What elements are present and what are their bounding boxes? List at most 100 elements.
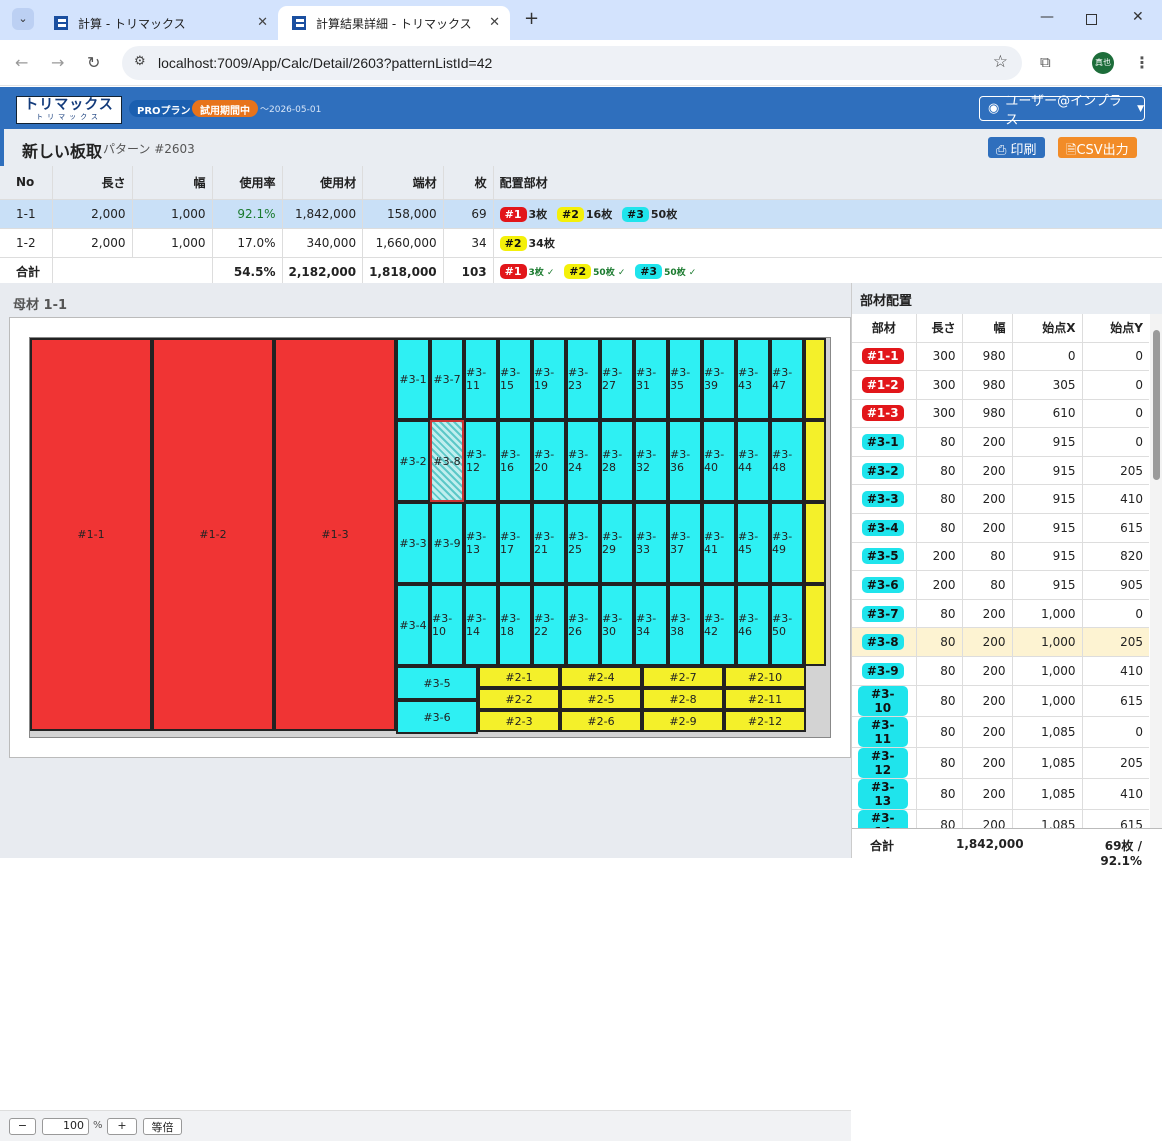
part-piece-yellow[interactable]: #2-2	[478, 688, 560, 710]
part-piece-cyan[interactable]: #3-32	[634, 420, 668, 502]
minimize-icon[interactable]: —	[1040, 9, 1054, 25]
part-piece-cyan[interactable]: #3-31	[634, 338, 668, 420]
part-piece-cyan[interactable]: #3-8	[430, 420, 464, 502]
part-piece-red[interactable]: #1-2	[152, 338, 274, 731]
part-piece-yellow[interactable]: #2-8	[642, 688, 724, 710]
part-piece-cyan[interactable]: #3-17	[498, 502, 532, 584]
csv-export-button[interactable]: 🗎CSV出力	[1058, 137, 1137, 158]
part-piece-cyan[interactable]: #3-22	[532, 584, 566, 666]
part-piece-cyan[interactable]: #3-18	[498, 584, 532, 666]
part-piece-cyan[interactable]: #3-44	[736, 420, 770, 502]
part-piece-cyan[interactable]: #3-29	[600, 502, 634, 584]
placement-row[interactable]: #1-1 300 980 0 0	[852, 342, 1149, 372]
part-piece-cyan[interactable]: #3-10	[430, 584, 464, 666]
tab-calc[interactable]: 計算 - トリマックス ✕	[40, 6, 278, 40]
part-piece-cyan[interactable]: #3-23	[566, 338, 600, 420]
part-piece-cyan[interactable]: #3-21	[532, 502, 566, 584]
part-piece-cyan[interactable]: #3-7	[430, 338, 464, 420]
part-piece-cyan[interactable]: #3-20	[532, 420, 566, 502]
part-piece-cyan[interactable]: #3-9	[430, 502, 464, 584]
part-piece-cyan[interactable]: #3-2	[396, 420, 430, 502]
part-piece-cyan[interactable]: #3-36	[668, 420, 702, 502]
trimax-logo[interactable]: トリマックス トリマックス	[16, 96, 122, 124]
window-close-icon[interactable]: ✕	[1132, 9, 1144, 25]
part-piece-cyan[interactable]: #3-42	[702, 584, 736, 666]
part-piece-yellow[interactable]: #2-3	[478, 710, 560, 732]
scrollbar-thumb[interactable]	[1153, 330, 1160, 480]
browser-menu-icon[interactable]: ⋮	[1134, 53, 1150, 72]
placement-row[interactable]: #3-6 200 80 915 905	[852, 570, 1149, 600]
part-piece-cyan[interactable]: #3-4	[396, 584, 430, 666]
part-piece-yellow[interactable]: #2-5	[560, 688, 642, 710]
part-piece-cyan[interactable]: #3-11	[464, 338, 498, 420]
part-piece-cyan[interactable]: #3-34	[634, 584, 668, 666]
placement-row[interactable]: #3-12 80 200 1,085 205	[852, 747, 1149, 779]
placement-row[interactable]: #3-9 80 200 1,000 410	[852, 656, 1149, 686]
part-piece-cyan[interactable]: #3-30	[600, 584, 634, 666]
reload-icon[interactable]: ↻	[87, 53, 100, 72]
part-piece-cyan[interactable]: #3-27	[600, 338, 634, 420]
close-icon[interactable]: ✕	[489, 15, 500, 30]
part-piece-cyan[interactable]: #3-15	[498, 338, 532, 420]
placement-row[interactable]: #3-2 80 200 915 205	[852, 456, 1149, 486]
part-piece-cyan[interactable]: #3-13	[464, 502, 498, 584]
part-piece-cyan[interactable]: #3-38	[668, 584, 702, 666]
placement-row[interactable]: #1-2 300 980 305 0	[852, 370, 1149, 400]
part-piece-cyan[interactable]: #3-43	[736, 338, 770, 420]
part-piece-cyan[interactable]: #3-1	[396, 338, 430, 420]
part-piece-cyan[interactable]: #3-47	[770, 338, 804, 420]
part-piece-yellow[interactable]: #2-4	[560, 666, 642, 688]
layout-canvas[interactable]: #1-1 #1-2 #1-3 #3-1 #3-2 #3-3 #3-4 #3-7 #3-8 #3-9…	[9, 317, 851, 758]
part-piece-yellow[interactable]: #2-6	[560, 710, 642, 732]
part-piece-cyan[interactable]: #3-26	[566, 584, 600, 666]
part-piece-cyan[interactable]: #3-5	[396, 666, 478, 700]
part-piece-yellow-strip[interactable]	[804, 502, 826, 584]
part-piece-yellow[interactable]: #2-11	[724, 688, 806, 710]
part-piece-cyan[interactable]: #3-41	[702, 502, 736, 584]
new-tab-plus-icon[interactable]: +	[524, 8, 539, 29]
summary-row[interactable]: 1-1 2,000 1,000 92.1% 1,842,000 158,000 …	[0, 199, 1162, 229]
print-button[interactable]: ⎙ 印刷	[988, 137, 1045, 158]
placement-row[interactable]: #3-4 80 200 915 615	[852, 513, 1149, 543]
part-piece-yellow-strip[interactable]	[804, 584, 826, 666]
part-piece-yellow[interactable]: #2-9	[642, 710, 724, 732]
part-piece-yellow[interactable]: #2-7	[642, 666, 724, 688]
placement-row[interactable]: #3-7 80 200 1,000 0	[852, 599, 1149, 629]
part-piece-cyan[interactable]: #3-46	[736, 584, 770, 666]
forward-arrow-icon[interactable]: →	[51, 53, 64, 72]
part-piece-cyan[interactable]: #3-14	[464, 584, 498, 666]
placement-row[interactable]: #3-5 200 80 915 820	[852, 542, 1149, 572]
part-piece-yellow[interactable]: #2-1	[478, 666, 560, 688]
part-piece-red[interactable]: #1-3	[274, 338, 396, 731]
site-settings-icon[interactable]: ⚙	[134, 54, 146, 69]
tab-search-chevron-icon[interactable]: ⌄	[12, 8, 34, 30]
part-piece-cyan[interactable]: #3-35	[668, 338, 702, 420]
part-piece-cyan[interactable]: #3-12	[464, 420, 498, 502]
placement-row[interactable]: #1-3 300 980 610 0	[852, 399, 1149, 429]
part-piece-cyan[interactable]: #3-24	[566, 420, 600, 502]
placement-row[interactable]: #3-3 80 200 915 410	[852, 484, 1149, 515]
part-piece-cyan[interactable]: #3-48	[770, 420, 804, 502]
part-piece-cyan[interactable]: #3-33	[634, 502, 668, 584]
part-piece-cyan[interactable]: #3-3	[396, 502, 430, 584]
part-piece-red[interactable]: #1-1	[30, 338, 152, 731]
tab-calc-detail[interactable]: 計算結果詳細 - トリマックス ✕	[278, 6, 510, 40]
extensions-puzzle-icon[interactable]: ⧉	[1040, 53, 1051, 71]
part-piece-yellow-strip[interactable]	[804, 338, 826, 420]
maximize-icon[interactable]	[1086, 14, 1097, 25]
part-piece-cyan[interactable]: #3-50	[770, 584, 804, 666]
address-bar[interactable]: ⚙ localhost:7009/App/Calc/Detail/2603?pa…	[122, 46, 1022, 80]
user-menu-button[interactable]: ◉ ユーザー@インプラス ▼	[979, 94, 1145, 128]
summary-row[interactable]: 1-2 2,000 1,000 17.0% 340,000 1,660,000 …	[0, 228, 1162, 258]
part-piece-yellow[interactable]: #2-10	[724, 666, 806, 688]
part-piece-cyan[interactable]: #3-39	[702, 338, 736, 420]
part-piece-yellow-strip[interactable]	[804, 420, 826, 502]
placement-row[interactable]: #3-11 80 200 1,085 0	[852, 716, 1149, 748]
part-piece-cyan[interactable]: #3-6	[396, 700, 478, 734]
zoom-reset-button[interactable]: 等倍	[143, 1118, 182, 1135]
back-arrow-icon[interactable]: ←	[15, 53, 28, 72]
zoom-out-button[interactable]: −	[9, 1118, 36, 1135]
part-piece-cyan[interactable]: #3-49	[770, 502, 804, 584]
part-piece-cyan[interactable]: #3-37	[668, 502, 702, 584]
profile-avatar[interactable]: 真也	[1092, 52, 1114, 74]
